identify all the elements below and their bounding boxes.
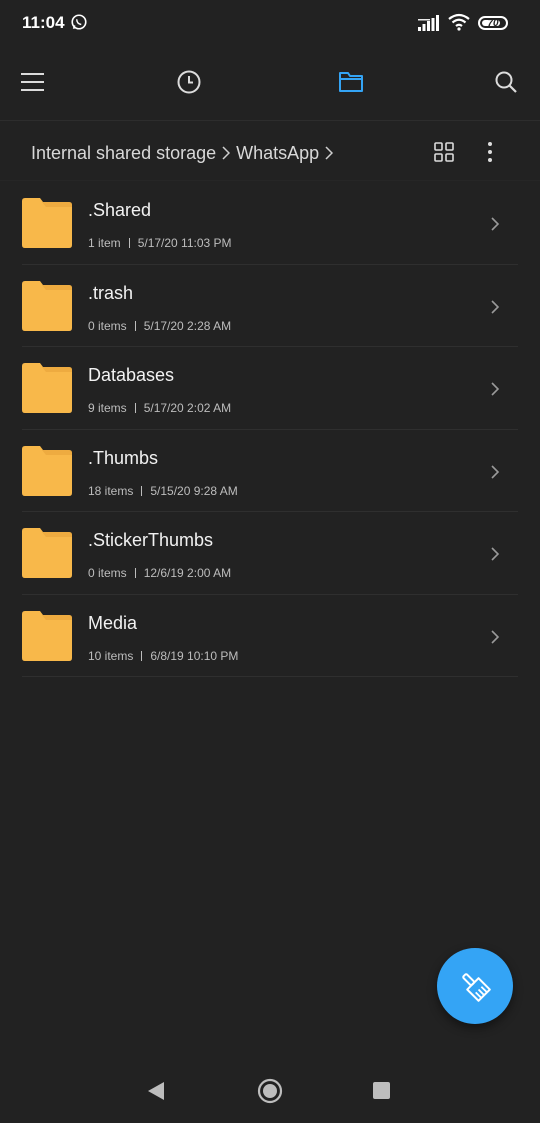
folder-row[interactable]: .trash 0 items 5/17/20 2:28 AM [0,265,540,347]
folder-date: 12/6/19 2:00 AM [143,566,232,580]
folder-icon [339,72,363,92]
folder-meta: 9 items 5/17/20 2:02 AM [88,401,231,415]
folder-item-count: 10 items [88,648,134,663]
files-tab[interactable] [333,64,369,100]
top-toolbar [0,52,540,112]
folder-meta: 0 items 12/6/19 2:00 AM [88,566,231,580]
search-icon [495,71,517,93]
menu-icon [21,73,44,91]
system-nav-bar [0,1060,540,1123]
folder-row[interactable]: .Thumbs 18 items 5/15/20 9:28 AM [0,430,540,512]
folder-list: .Shared 1 item 5/17/20 11:03 PM .trash 0 ite… [0,182,540,677]
folder-item-count: 18 items [88,483,134,498]
folder-meta: 1 item 5/17/20 11:03 PM [88,236,232,250]
folder-name: Media [88,612,138,633]
recents-icon[interactable] [373,1082,390,1099]
folder-icon [22,610,72,661]
row-divider [22,676,518,677]
folder-meta: 0 items 5/17/20 2:28 AM [88,319,231,333]
grid-view-icon [434,142,454,162]
status-time: 11:04 [22,13,65,32]
meta-divider [141,485,143,496]
folder-meta: 18 items 5/15/20 9:28 AM [88,484,238,498]
wifi-icon [448,13,470,31]
toolbar-divider [0,120,540,121]
battery-level: 70 [487,17,499,29]
view-toggle-button[interactable] [432,140,456,164]
chevron-right-icon [491,547,500,561]
folder-row[interactable]: Media 10 items 6/8/19 10:10 PM [0,595,540,677]
folder-icon [22,528,72,578]
folder-item-count: 0 items [88,566,127,580]
folder-meta: 10 items 6/8/19 10:10 PM [88,649,238,663]
folder-name: Databases [88,365,175,385]
folder-row[interactable]: .Shared 1 item 5/17/20 11:03 PM [0,182,540,265]
folder-row[interactable]: Databases 9 items 5/17/20 2:02 AM [0,347,540,430]
recent-tab[interactable] [171,64,207,100]
folder-date: 5/17/20 11:03 PM [137,236,232,250]
meta-divider [134,320,136,331]
chevron-right-icon [491,382,500,396]
recent-clock-icon [177,70,201,94]
folder-icon [22,363,72,413]
clean-brush-icon [462,973,491,1002]
search-button[interactable] [488,64,524,100]
folder-item-count: 0 items [88,318,127,333]
folder-item-count: 9 items [88,401,127,415]
chevron-right-icon [491,299,500,314]
folder-icon [22,198,72,248]
folder-name: .StickerThumbs [88,530,214,550]
chevron-right-icon [325,146,334,160]
signal-icon [418,15,439,31]
meta-divider [141,650,143,661]
more-options-button[interactable] [478,140,502,164]
battery-icon: 70 [478,16,508,30]
home-icon[interactable] [257,1078,283,1104]
breadcrumb: Internal shared storage WhatsApp [31,141,339,165]
folder-icon [22,280,72,331]
folder-date: 5/15/20 9:28 AM [150,483,238,498]
folder-date: 5/17/20 2:02 AM [143,401,232,415]
breadcrumb-item-storage[interactable]: Internal shared storage [31,143,216,164]
chevron-right-icon [222,146,231,160]
meta-divider [134,568,136,578]
back-icon[interactable] [147,1081,165,1101]
status-bar: 11:04 70 [0,0,540,46]
clean-fab-button[interactable] [437,948,513,1024]
chevron-right-icon [491,629,500,644]
folder-name: .Shared [88,200,152,220]
chevron-right-icon [491,217,500,231]
meta-divider [134,403,136,413]
menu-button[interactable] [15,64,51,100]
folder-icon [22,445,72,496]
folder-row[interactable]: .StickerThumbs 0 items 12/6/19 2:00 AM [0,512,540,595]
folder-name: .trash [88,282,134,303]
folder-name: .Thumbs [88,447,159,468]
folder-item-count: 1 item [88,236,121,250]
chevron-right-icon [491,464,500,479]
folder-date: 5/17/20 2:28 AM [143,318,232,333]
whatsapp-icon [71,14,87,30]
more-vert-icon [488,142,492,162]
folder-date: 6/8/19 10:10 PM [150,648,239,663]
breadcrumb-divider [0,180,540,181]
meta-divider [128,238,130,248]
breadcrumb-item-whatsapp[interactable]: WhatsApp [236,143,319,164]
